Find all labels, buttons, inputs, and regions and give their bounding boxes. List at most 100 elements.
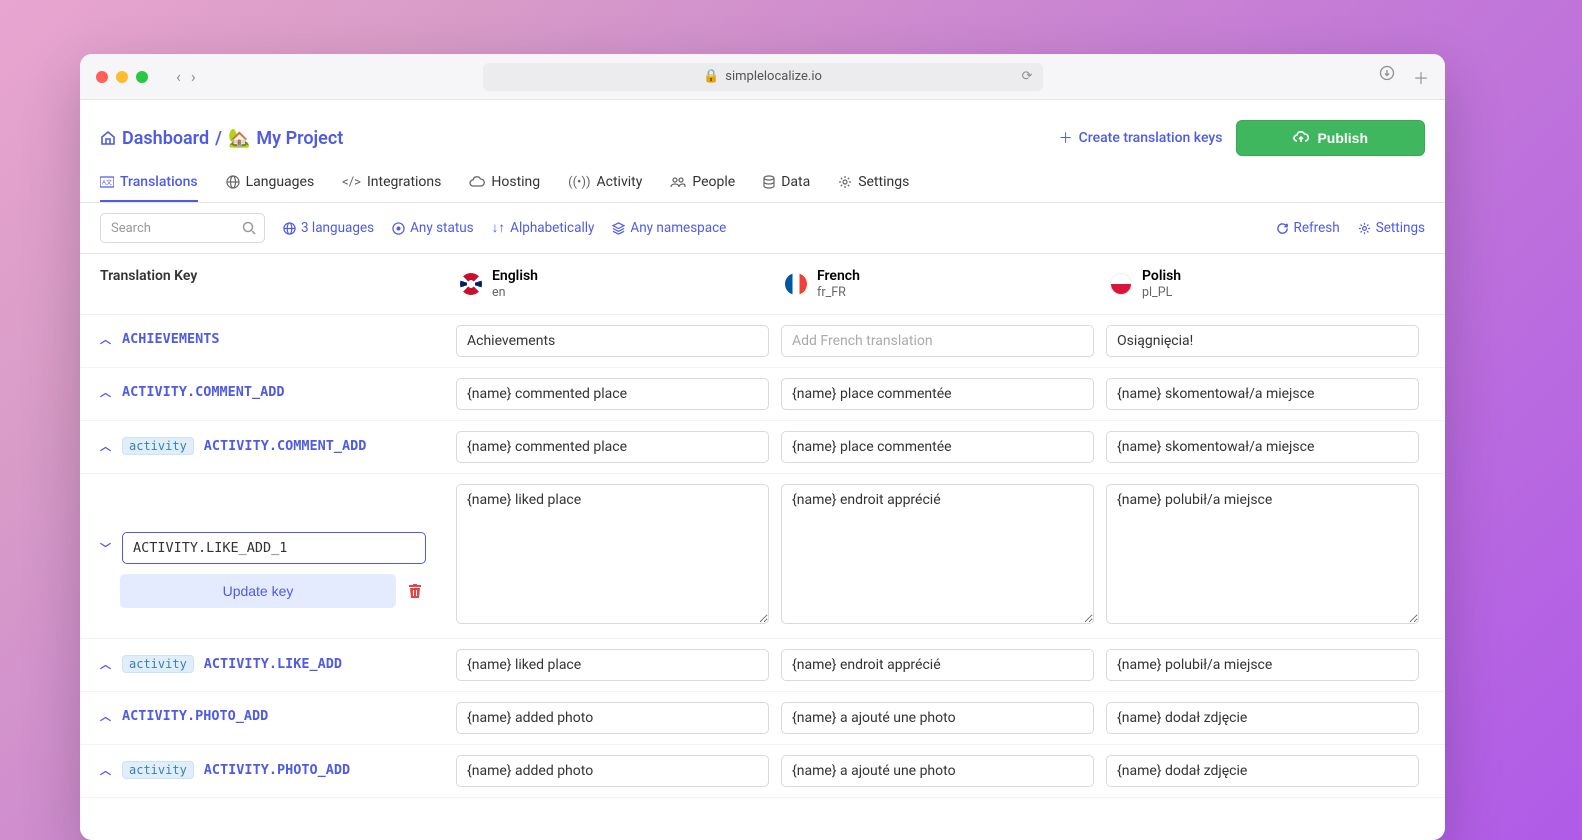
filter-languages[interactable]: 3 languages — [283, 220, 374, 236]
translation-pl-input[interactable] — [1106, 755, 1419, 787]
back-button[interactable]: ‹ — [176, 67, 181, 86]
breadcrumb-project[interactable]: My Project — [256, 128, 343, 149]
table-row: ︿ ACHIEVEMENTS — [80, 315, 1445, 368]
column-key-header: Translation Key — [100, 268, 450, 300]
translation-en-input[interactable] — [456, 431, 769, 463]
table-row: ︿ ACTIVITY.PHOTO_ADD — [80, 692, 1445, 745]
translation-pl-input[interactable] — [1106, 702, 1419, 734]
table-row: ︿ activity ACTIVITY.PHOTO_ADD — [80, 745, 1445, 798]
close-window-button[interactable] — [96, 71, 108, 83]
translation-fr-input[interactable] — [781, 325, 1094, 357]
tab-integrations[interactable]: </> Integrations — [342, 174, 441, 202]
breadcrumb-dashboard[interactable]: Dashboard — [122, 128, 209, 149]
translation-pl-textarea[interactable] — [1106, 484, 1419, 624]
key-cell[interactable]: ︿ activity ACTIVITY.COMMENT_ADD — [100, 431, 450, 455]
translation-fr-input[interactable] — [781, 755, 1094, 787]
broadcast-icon: ((•)) — [568, 175, 590, 190]
table-row: ︿ ACTIVITY.COMMENT_ADD — [80, 368, 1445, 421]
translation-en-input[interactable] — [456, 702, 769, 734]
translation-en-textarea[interactable] — [456, 484, 769, 624]
chevron-down-icon[interactable]: ﹀ — [100, 540, 112, 556]
downloads-icon[interactable] — [1379, 65, 1395, 89]
translation-fr-input[interactable] — [781, 649, 1094, 681]
table-row-expanded: ﹀ Update key — [80, 474, 1445, 639]
page-header: Dashboard / 🏡 My Project ＋ Create transl… — [80, 100, 1445, 164]
translation-fr-input[interactable] — [781, 702, 1094, 734]
translation-rows: ︿ ACHIEVEMENTS ︿ ACTIVITY.COMMENT_ADD ︿ … — [80, 315, 1445, 840]
flag-fr-icon — [785, 273, 807, 295]
header-actions: ＋ Create translation keys Publish — [1059, 120, 1425, 156]
table-row: ︿ activity ACTIVITY.LIKE_ADD — [80, 639, 1445, 692]
chevron-up-icon[interactable]: ︿ — [100, 438, 112, 454]
tab-languages[interactable]: Languages — [226, 174, 315, 202]
chevron-up-icon[interactable]: ︿ — [100, 762, 112, 778]
column-polish: Polish pl_PL — [1100, 268, 1425, 300]
refresh-button[interactable]: Refresh — [1276, 220, 1340, 236]
filter-namespace[interactable]: Any namespace — [612, 220, 726, 236]
translation-fr-textarea[interactable] — [781, 484, 1094, 624]
filter-status[interactable]: Any status — [392, 220, 474, 236]
url-bar[interactable]: 🔒 simplelocalize.io ⟳ — [483, 63, 1043, 91]
translation-en-input[interactable] — [456, 378, 769, 410]
translation-pl-input[interactable] — [1106, 325, 1419, 357]
tab-translations[interactable]: A文 Translations — [100, 174, 198, 202]
tab-activity[interactable]: ((•)) Activity — [568, 174, 642, 202]
gear-icon — [838, 175, 852, 189]
forward-button[interactable]: › — [191, 67, 196, 86]
project-emoji: 🏡 — [228, 128, 250, 149]
translation-fr-input[interactable] — [781, 431, 1094, 463]
sort-icon: ↓↑ — [492, 220, 506, 236]
key-name-input[interactable] — [122, 532, 426, 564]
namespace-badge: activity — [122, 655, 194, 673]
translation-fr-input[interactable] — [781, 378, 1094, 410]
publish-button[interactable]: Publish — [1236, 120, 1425, 156]
translation-en-input[interactable] — [456, 755, 769, 787]
filter-sort[interactable]: ↓↑ Alphabetically — [492, 220, 595, 236]
key-cell[interactable]: ︿ ACTIVITY.COMMENT_ADD — [100, 378, 450, 400]
create-keys-button[interactable]: ＋ Create translation keys — [1059, 128, 1223, 148]
reload-icon[interactable]: ⟳ — [1022, 69, 1033, 84]
tab-hosting[interactable]: Hosting — [469, 174, 540, 202]
translation-pl-input[interactable] — [1106, 649, 1419, 681]
globe-icon — [226, 175, 240, 189]
new-tab-icon[interactable]: ＋ — [1413, 65, 1429, 89]
settings-button[interactable]: Settings — [1358, 220, 1425, 236]
lock-icon: 🔒 — [703, 69, 719, 84]
tab-people[interactable]: People — [670, 174, 735, 202]
key-cell[interactable]: ︿ ACTIVITY.PHOTO_ADD — [100, 702, 450, 724]
namespace-badge: activity — [122, 761, 194, 779]
key-cell[interactable]: ︿ activity ACTIVITY.PHOTO_ADD — [100, 755, 450, 779]
maximize-window-button[interactable] — [136, 71, 148, 83]
url-text: simplelocalize.io — [725, 69, 822, 84]
nav-arrows: ‹ › — [176, 67, 196, 86]
gear-icon — [1358, 222, 1371, 235]
chevron-up-icon[interactable]: ︿ — [100, 656, 112, 672]
tab-settings[interactable]: Settings — [838, 174, 909, 202]
translation-en-input[interactable] — [456, 325, 769, 357]
cloud-icon — [469, 176, 485, 188]
chevron-up-icon[interactable]: ︿ — [100, 708, 112, 724]
minimize-window-button[interactable] — [116, 71, 128, 83]
tab-data[interactable]: Data — [763, 174, 810, 202]
translation-en-input[interactable] — [456, 649, 769, 681]
table-row: ︿ activity ACTIVITY.COMMENT_ADD — [80, 421, 1445, 474]
chevron-up-icon[interactable]: ︿ — [100, 331, 112, 347]
search-input[interactable]: Search — [100, 213, 265, 243]
key-cell[interactable]: ︿ ACHIEVEMENTS — [100, 325, 450, 347]
search-icon — [242, 221, 256, 235]
svg-text:A文: A文 — [102, 179, 112, 187]
layers-icon — [612, 222, 625, 235]
tabs: A文 Translations Languages </> Integratio… — [80, 164, 1445, 203]
chevron-up-icon[interactable]: ︿ — [100, 384, 112, 400]
key-cell[interactable]: ︿ activity ACTIVITY.LIKE_ADD — [100, 649, 450, 673]
home-icon[interactable] — [100, 130, 116, 146]
breadcrumb: Dashboard / 🏡 My Project — [100, 128, 343, 149]
code-icon: </> — [342, 175, 361, 190]
column-headers: Translation Key English en French fr_FR … — [80, 254, 1445, 315]
browser-window: ‹ › 🔒 simplelocalize.io ⟳ ＋ Dashboard / … — [80, 54, 1445, 840]
translation-pl-input[interactable] — [1106, 378, 1419, 410]
translation-pl-input[interactable] — [1106, 431, 1419, 463]
column-french: French fr_FR — [775, 268, 1100, 300]
update-key-button[interactable]: Update key — [120, 574, 396, 608]
delete-key-button[interactable] — [404, 583, 426, 599]
